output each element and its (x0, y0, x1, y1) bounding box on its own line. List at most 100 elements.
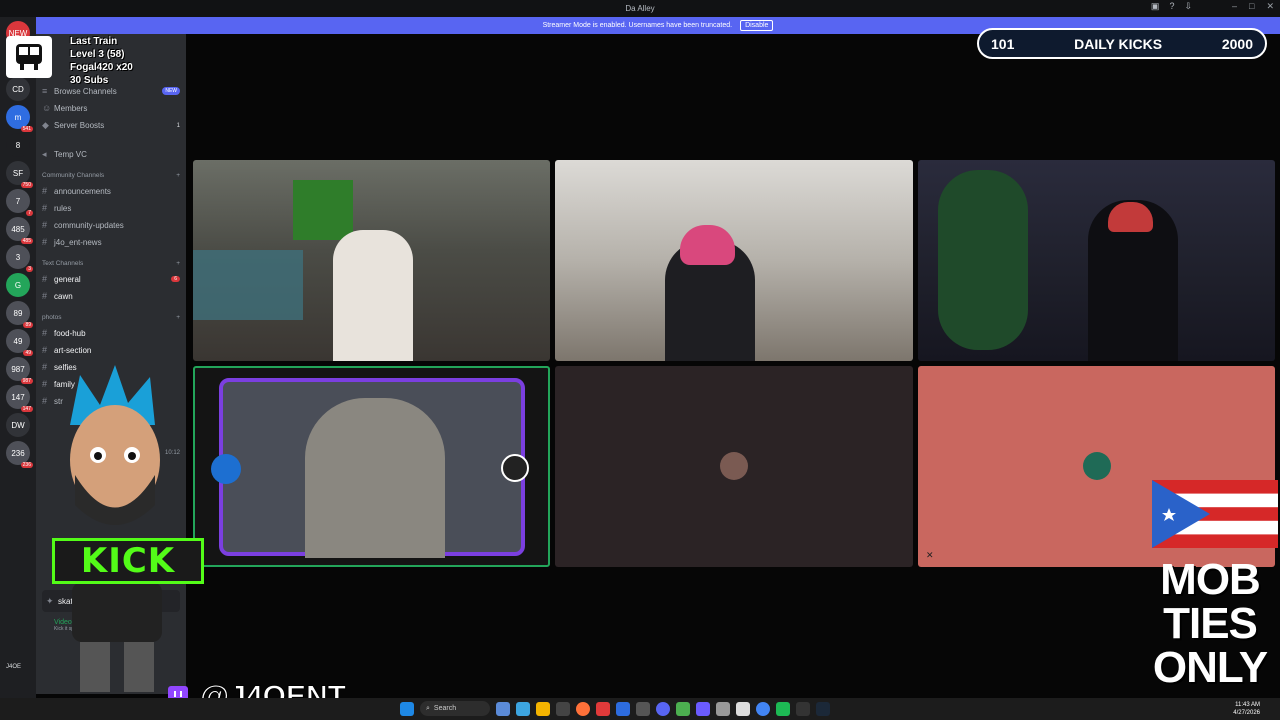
mob-ties-text: MOB TIES ONLY (1150, 558, 1270, 690)
help-icon[interactable]: ? (1169, 1, 1174, 12)
taskview-icon[interactable] (496, 701, 510, 716)
channel-food-hub[interactable]: # food-hub (42, 328, 180, 338)
stats-line-1: Last Train (70, 36, 118, 47)
server-icon[interactable]: 147 147 (6, 385, 33, 412)
video-tile-2[interactable] (555, 160, 913, 361)
temp-vc-label: Temp VC (54, 150, 87, 159)
category-label: Text Channels (42, 260, 84, 267)
channel-cawn[interactable]: # cawn (42, 291, 180, 301)
obs-icon[interactable] (556, 701, 570, 716)
category-label: photos (42, 314, 62, 321)
kicks-label: DAILY KICKS (1074, 35, 1163, 52)
titlebar-tools: ▣ ? ⇩ (1151, 1, 1192, 12)
banner-text: Streamer Mode is enabled. Usernames have… (542, 22, 733, 29)
steam-icon[interactable] (816, 701, 830, 716)
channel-announcements[interactable]: # announcements (42, 186, 180, 196)
notepad-icon[interactable] (736, 701, 750, 716)
server-icon[interactable]: 89 89 (6, 301, 33, 328)
app-icon[interactable] (696, 701, 710, 716)
edge-icon[interactable] (516, 701, 530, 716)
disable-button[interactable]: Disable (740, 20, 774, 31)
channel-label: art-section (54, 345, 92, 355)
firefox-icon[interactable] (576, 701, 590, 716)
download-icon[interactable]: ⇩ (1184, 1, 1192, 12)
search-icon: ⌕ (426, 704, 430, 712)
user-avatar (1083, 452, 1111, 480)
maximize-button[interactable]: □ (1249, 1, 1254, 12)
app-icon[interactable] (776, 701, 790, 716)
clock-time: 11:43 AM (1235, 702, 1260, 708)
user-panel[interactable]: J4OE (6, 664, 36, 684)
username-label: J4OE (6, 664, 22, 670)
hair-shape (1108, 202, 1153, 232)
server-icon[interactable]: G (6, 273, 30, 297)
new-badge: NEW (162, 87, 180, 95)
app-icon[interactable] (636, 701, 650, 716)
server-icon[interactable]: 49 49 (6, 329, 33, 356)
add-channel-icon[interactable]: + (176, 314, 180, 321)
server-label: 987 (11, 364, 25, 374)
members-label: Members (54, 103, 88, 113)
server-label: 89 (13, 308, 23, 318)
server-label: m (14, 112, 22, 122)
close-button[interactable]: ✕ (1266, 1, 1274, 12)
add-channel-icon[interactable]: + (176, 260, 180, 267)
server-icon[interactable]: 987 987 (6, 357, 33, 384)
server-icon[interactable]: 33 (6, 245, 33, 272)
server-icon[interactable]: SF 750 (6, 161, 33, 188)
video-tile-3[interactable] (918, 160, 1275, 361)
channel-label: food-hub (54, 328, 86, 338)
server-label: 236 (11, 448, 25, 458)
inbox-icon[interactable]: ▣ (1151, 1, 1160, 12)
speaker-icon: ◂ (42, 149, 47, 159)
hair-shape (680, 225, 735, 265)
channel-temp-vc[interactable]: ◂ Temp VC (42, 149, 180, 160)
start-icon[interactable] (400, 701, 414, 716)
category-text[interactable]: Text Channels + (42, 260, 180, 267)
channel-j4o-news[interactable]: # j4o_ent-news (42, 237, 180, 247)
taskbar-icons: ⌕ Search (400, 701, 830, 716)
channel-label: announcements (54, 186, 111, 196)
app-icon[interactable] (716, 701, 730, 716)
acrobat-icon[interactable] (596, 701, 610, 716)
members-item[interactable]: ☺ Members (42, 103, 180, 113)
windows-taskbar: ⌕ Search 11:43 AM 4/27/2026 (0, 698, 1280, 720)
app-icon[interactable] (796, 701, 810, 716)
stream-stats: Last Train Level 3 (58) Fogal420 x20 30 … (70, 35, 133, 87)
hash-icon: # (42, 291, 48, 301)
channel-rules[interactable]: # rules (42, 203, 180, 213)
folder-icon[interactable] (536, 701, 550, 716)
add-channel-icon[interactable]: + (176, 172, 180, 179)
system-clock[interactable]: 11:43 AM 4/27/2026 (1233, 701, 1260, 717)
video-tile-5[interactable] (555, 366, 913, 567)
server-icon[interactable]: 8 (6, 133, 30, 157)
taskbar-search[interactable]: ⌕ Search (420, 701, 490, 716)
video-tile-4-speaking[interactable] (193, 366, 550, 567)
app-icon[interactable] (676, 701, 690, 716)
channel-label: cawn (54, 291, 73, 301)
minimize-button[interactable]: – (1232, 1, 1237, 12)
browse-channels[interactable]: ≡ Browse Channels NEW (42, 86, 180, 96)
chrome-icon[interactable] (756, 701, 770, 716)
app-icon[interactable] (616, 701, 630, 716)
server-label: 485 (11, 224, 25, 234)
server-icon[interactable]: m 541 (6, 105, 33, 132)
category-photos[interactable]: photos + (42, 314, 180, 321)
server-icon[interactable]: DW (6, 413, 30, 437)
category-community[interactable]: Community Channels + (42, 172, 180, 179)
server-icon[interactable]: CD (6, 77, 30, 101)
channel-art-section[interactable]: # art-section (42, 345, 180, 355)
channel-general[interactable]: # general 6 (42, 274, 180, 284)
poster-shape (293, 180, 353, 240)
discord-icon[interactable] (656, 701, 670, 716)
server-icon[interactable]: 485 485 (6, 217, 33, 244)
window-controls: – □ ✕ (1232, 1, 1274, 12)
server-boosts-item[interactable]: ◆ Server Boosts 1 (42, 120, 180, 131)
unread-count-badge: 3 (26, 266, 33, 272)
hash-icon: # (42, 220, 48, 230)
kicks-target: 2000 (1221, 35, 1253, 52)
video-tile-1[interactable] (193, 160, 550, 361)
channel-community-updates[interactable]: # community-updates (42, 220, 180, 230)
server-icon[interactable]: 77 (6, 189, 33, 216)
server-icon[interactable]: 236 236 (6, 441, 33, 468)
